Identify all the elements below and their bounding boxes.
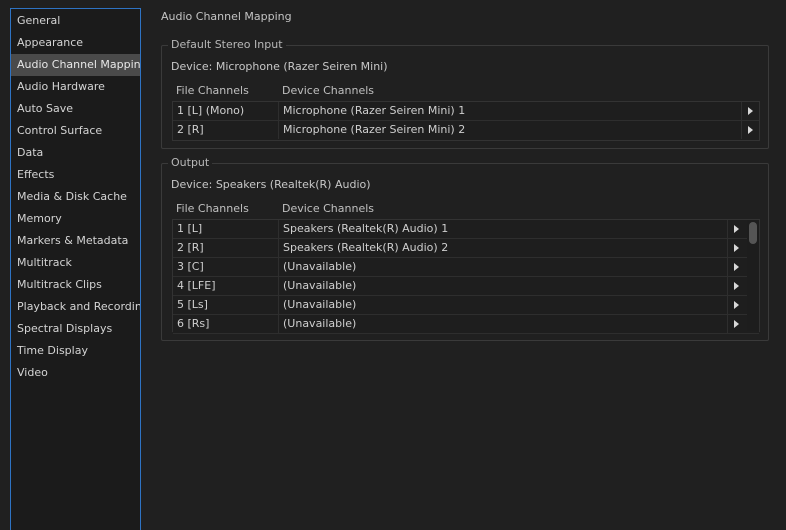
input-group: Default Stereo Input Device: Microphone … [161,38,769,149]
sidebar-item-label: Spectral Displays [17,322,113,335]
sidebar-item-effects[interactable]: Effects [11,164,140,186]
table-row[interactable]: 4 [LFE] (Unavailable) [173,277,759,296]
sidebar-item-label: Appearance [17,36,84,49]
sidebar-item-label: Time Display [17,344,88,357]
sidebar-item-control-surface[interactable]: Control Surface [11,120,140,142]
sidebar-item-label: Audio Hardware [17,80,105,93]
sidebar-item-label: Markers & Metadata [17,234,129,247]
file-channel-cell: 3 [C] [173,258,279,276]
sidebar-item-label: Multitrack Clips [17,278,102,291]
sidebar-item-auto-save[interactable]: Auto Save [11,98,140,120]
output-channel-table: 1 [L] Speakers (Realtek(R) Audio) 1 2 [R… [172,219,760,334]
input-device-label: Device: Microphone (Razer Seiren Mini) [171,60,388,73]
device-channel-dropdown[interactable] [741,102,759,120]
sidebar-item-general[interactable]: General [11,10,140,32]
device-channel-dropdown[interactable] [727,258,745,276]
play-triangle-right-icon [734,320,739,328]
sidebar-item-multitrack-clips[interactable]: Multitrack Clips [11,274,140,296]
output-group: Output Device: Speakers (Realtek(R) Audi… [161,156,769,341]
table-row[interactable]: 3 [C] (Unavailable) [173,258,759,277]
device-channel-dropdown[interactable] [727,315,745,333]
device-channel-dropdown[interactable] [727,277,745,295]
sidebar-item-label: Control Surface [17,124,103,137]
scrollbar-thumb[interactable] [749,222,757,244]
device-channel-cell: (Unavailable) [283,260,357,273]
page-title: Audio Channel Mapping [161,10,292,23]
sidebar-item-label: Multitrack [17,256,72,269]
sidebar-item-audio-channel-mapping[interactable]: Audio Channel Mapping [11,54,140,76]
sidebar-item-spectral-displays[interactable]: Spectral Displays [11,318,140,340]
file-channel-cell: 1 [L] [173,220,279,238]
file-channel-cell: 1 [L] (Mono) [173,102,279,120]
table-row[interactable]: 2 [R] Speakers (Realtek(R) Audio) 2 [173,239,759,258]
play-triangle-right-icon [734,301,739,309]
file-channel-cell: 2 [R] [173,121,279,139]
preferences-category-list: General Appearance Audio Channel Mapping… [10,8,141,530]
sidebar-item-label: Memory [17,212,62,225]
sidebar-item-appearance[interactable]: Appearance [11,32,140,54]
output-device-label: Device: Speakers (Realtek(R) Audio) [171,178,371,191]
device-channel-cell: (Unavailable) [283,279,357,292]
sidebar-item-label: Effects [17,168,55,181]
sidebar-item-media-disk-cache[interactable]: Media & Disk Cache [11,186,140,208]
sidebar-item-video[interactable]: Video [11,362,140,384]
sidebar-item-data[interactable]: Data [11,142,140,164]
table-row[interactable]: 5 [Ls] (Unavailable) [173,296,759,315]
sidebar-item-label: Media & Disk Cache [17,190,127,203]
sidebar-item-label: Auto Save [17,102,74,115]
sidebar-item-label: General [17,14,61,27]
sidebar-item-label: Playback and Recording [17,300,140,313]
sidebar-item-label: Audio Channel Mapping [17,58,140,71]
table-row[interactable]: 1 [L] Speakers (Realtek(R) Audio) 1 [173,220,759,239]
device-channel-cell: Microphone (Razer Seiren Mini) 2 [283,123,466,136]
output-table-scrollbar[interactable] [747,220,759,331]
sidebar-item-memory[interactable]: Memory [11,208,140,230]
device-channel-dropdown[interactable] [727,220,745,238]
device-channel-dropdown[interactable] [741,121,759,139]
sidebar-item-multitrack[interactable]: Multitrack [11,252,140,274]
sidebar-item-label: Data [17,146,44,159]
play-triangle-right-icon [734,282,739,290]
preferences-window: General Appearance Audio Channel Mapping… [0,0,786,530]
device-channel-cell: (Unavailable) [283,317,357,330]
play-triangle-right-icon [734,225,739,233]
sidebar-item-markers-metadata[interactable]: Markers & Metadata [11,230,140,252]
play-triangle-right-icon [734,244,739,252]
device-channel-dropdown[interactable] [727,239,745,257]
table-row[interactable]: 1 [L] (Mono) Microphone (Razer Seiren Mi… [173,102,759,121]
table-row[interactable]: 6 [Rs] (Unavailable) [173,315,759,334]
play-triangle-right-icon [748,107,753,115]
file-channel-cell: 5 [Ls] [173,296,279,314]
output-group-title: Output [168,156,213,170]
file-channel-cell: 4 [LFE] [173,277,279,295]
input-channel-table: 1 [L] (Mono) Microphone (Razer Seiren Mi… [172,101,760,141]
device-channel-cell: Speakers (Realtek(R) Audio) 2 [283,241,449,254]
file-channel-cell: 6 [Rs] [173,315,279,333]
play-triangle-right-icon [748,126,753,134]
sidebar-item-label: Video [17,366,48,379]
device-channel-dropdown[interactable] [727,296,745,314]
table-row[interactable]: 2 [R] Microphone (Razer Seiren Mini) 2 [173,121,759,140]
device-channel-cell: Microphone (Razer Seiren Mini) 1 [283,104,466,117]
input-col-file-channels: File Channels [176,84,249,97]
sidebar-item-audio-hardware[interactable]: Audio Hardware [11,76,140,98]
device-channel-cell: (Unavailable) [283,298,357,311]
output-col-file-channels: File Channels [176,202,249,215]
file-channel-cell: 2 [R] [173,239,279,257]
sidebar-item-playback-recording[interactable]: Playback and Recording [11,296,140,318]
input-col-device-channels: Device Channels [282,84,375,97]
input-group-title: Default Stereo Input [168,38,286,52]
output-col-device-channels: Device Channels [282,202,375,215]
device-channel-cell: Speakers (Realtek(R) Audio) 1 [283,222,449,235]
sidebar-item-time-display[interactable]: Time Display [11,340,140,362]
play-triangle-right-icon [734,263,739,271]
